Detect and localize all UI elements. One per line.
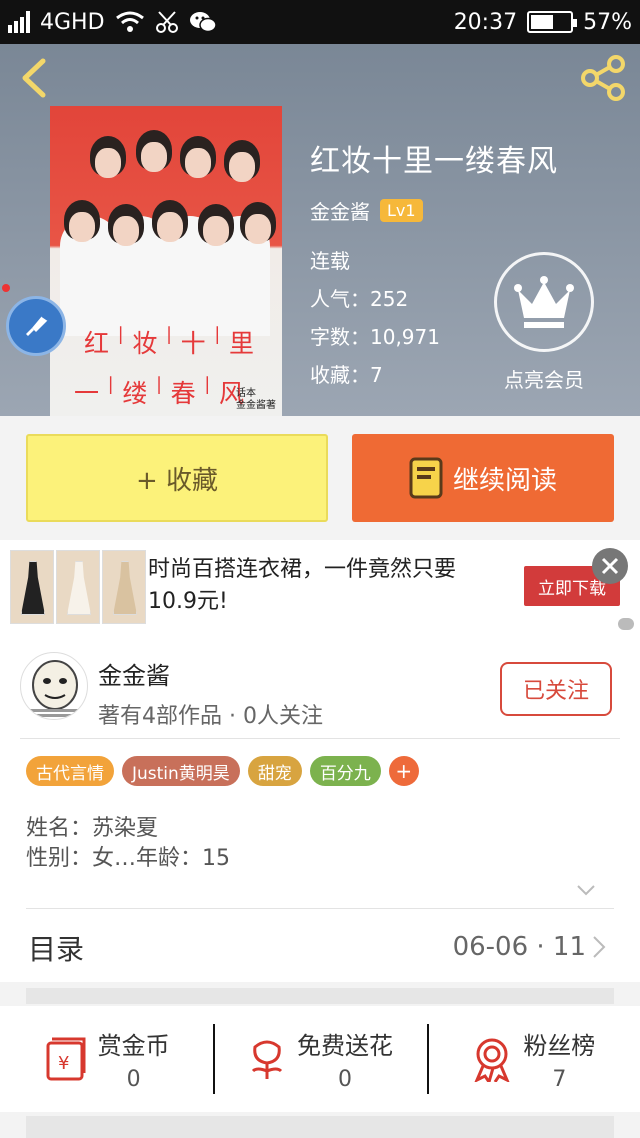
word-count: 字数：10,971 (310, 325, 440, 349)
ad-images (10, 550, 146, 624)
send-flower-button[interactable]: 免费送花 0 (213, 1006, 426, 1112)
stat-value: 0 (126, 1067, 141, 1092)
share-button[interactable] (580, 54, 628, 102)
battery-icon (527, 11, 578, 33)
book-stats: 连载 人气：252 字数：10,971 收藏：7 (310, 242, 440, 394)
collect-button[interactable]: + 收藏 (26, 434, 328, 522)
flower-icon (251, 1040, 283, 1079)
wifi-icon (115, 11, 144, 32)
intro-line: 性别：女…年龄：15 (26, 846, 230, 871)
notification-dot (2, 284, 10, 292)
ad-banner[interactable]: 时尚百搭连衣裙，一件竟然只要10.9元! 立即下载 (0, 540, 640, 632)
author-subtitle: 著有4部作品 · 0人关注 (98, 704, 323, 729)
chevron-left-icon (22, 58, 46, 98)
author-avatar[interactable] (20, 652, 88, 720)
popularity: 人气：252 (310, 287, 409, 311)
stat-label: 赏金币 (97, 1032, 170, 1060)
book-icon (409, 457, 443, 499)
share-icon (581, 55, 625, 101)
vip-label: 点亮会员 (504, 368, 584, 392)
more-tags-button[interactable]: + (388, 756, 419, 786)
ad-close-button[interactable] (592, 548, 628, 584)
continue-reading-label: 继续阅读 (452, 465, 557, 496)
status-bar: 4GHD 20:37 57% (0, 0, 640, 44)
battery-percent: 57% (583, 9, 632, 35)
status-right: 20:37 57% (454, 10, 632, 35)
continue-reading-button[interactable]: 继续阅读 (352, 434, 614, 522)
author-card: 金金酱 著有4部作品 · 0人关注 已关注 古代言情 Justin黄明昊 甜宠 … (0, 632, 640, 982)
book-author[interactable]: 金金酱 (310, 196, 370, 225)
back-button[interactable] (14, 56, 54, 100)
author-row: 金金酱 Lv1 (310, 196, 423, 225)
book-title: 红妆十里一缕春风 (310, 144, 558, 179)
author-name[interactable]: 金金酱 (98, 656, 170, 691)
reward-bar: ¥ 赏金币 0 免费送花 0 粉丝榜 7 (0, 1006, 640, 1112)
chevron-down-icon[interactable] (576, 880, 596, 900)
floating-brush-button[interactable] (6, 296, 66, 356)
meme-face-icon (27, 660, 83, 717)
serial-status: 连载 (310, 249, 350, 273)
crown-icon (514, 276, 574, 328)
tag-0[interactable]: 古代言情 (26, 756, 114, 786)
coin-reward-button[interactable]: ¥ 赏金币 0 (0, 1006, 213, 1112)
intro-line: 姓名：苏染夏 (26, 816, 159, 841)
tag-3[interactable]: 百分九 (309, 756, 381, 786)
toc-update: 06-06 · 11 (452, 932, 586, 962)
stat-value: 0 (337, 1067, 352, 1092)
divider (26, 908, 614, 909)
status-left: 4GHD (8, 10, 217, 35)
action-bar: + 收藏 继续阅读 (0, 416, 640, 540)
vip-crown-button[interactable] (494, 252, 594, 352)
divider (20, 738, 620, 739)
stat-label: 粉丝榜 (523, 1032, 596, 1060)
fan-ranking-button[interactable]: 粉丝榜 7 (426, 1006, 640, 1112)
cover-meta: 话本 金金酱著 (236, 388, 276, 411)
tag-list: 古代言情 Justin黄明昊 甜宠 百分九 + (26, 756, 419, 786)
book-cover[interactable]: 红 | 妆 | 十 | 里 一 | 缕 | 春 | 风 话本 金金酱著 (50, 106, 282, 416)
follow-button[interactable]: 已关注 (500, 662, 612, 716)
book-intro: 姓名：苏染夏 性别：女…年龄：15 (26, 814, 230, 874)
ad-image (102, 550, 146, 624)
book-header: 红 | 妆 | 十 | 里 一 | 缕 | 春 | 风 话本 金金酱著 红妆十里一缕春风 金… (0, 44, 640, 416)
ad-image (56, 550, 100, 624)
ad-image (10, 550, 54, 624)
ad-marker-icon (618, 618, 634, 630)
red-envelope-icon: ¥ (46, 1037, 86, 1081)
ad-text: 时尚百搭连衣裙，一件竟然只要10.9元! (148, 557, 457, 614)
cover-title-line-1: 红 | 妆 | 十 | 里 (84, 324, 254, 358)
favorites-count: 收藏：7 (310, 363, 383, 387)
chevron-right-icon (593, 936, 606, 958)
signal-icon (8, 11, 30, 33)
level-badge: Lv1 (380, 199, 423, 222)
tag-2[interactable]: 甜宠 (247, 756, 302, 786)
toc-label[interactable]: 目录 (28, 928, 84, 968)
svg-text:¥: ¥ (58, 1053, 69, 1074)
cover-title-line-2: 一 | 缕 | 春 | 风 (74, 374, 244, 408)
medal-icon (474, 1038, 510, 1082)
section-separator (26, 988, 614, 1004)
wechat-icon (189, 12, 217, 33)
brush-icon (26, 315, 49, 336)
scissors-icon (155, 11, 178, 33)
section-separator (26, 1116, 614, 1138)
network-type: 4GHD (40, 9, 105, 35)
stat-value: 7 (552, 1067, 567, 1092)
tag-1[interactable]: Justin黄明昊 (122, 756, 240, 786)
close-icon (601, 557, 619, 575)
toc-latest[interactable]: 06-06 · 11 (453, 932, 606, 962)
stat-label: 免费送花 (296, 1032, 393, 1060)
clock: 20:37 (453, 9, 518, 35)
